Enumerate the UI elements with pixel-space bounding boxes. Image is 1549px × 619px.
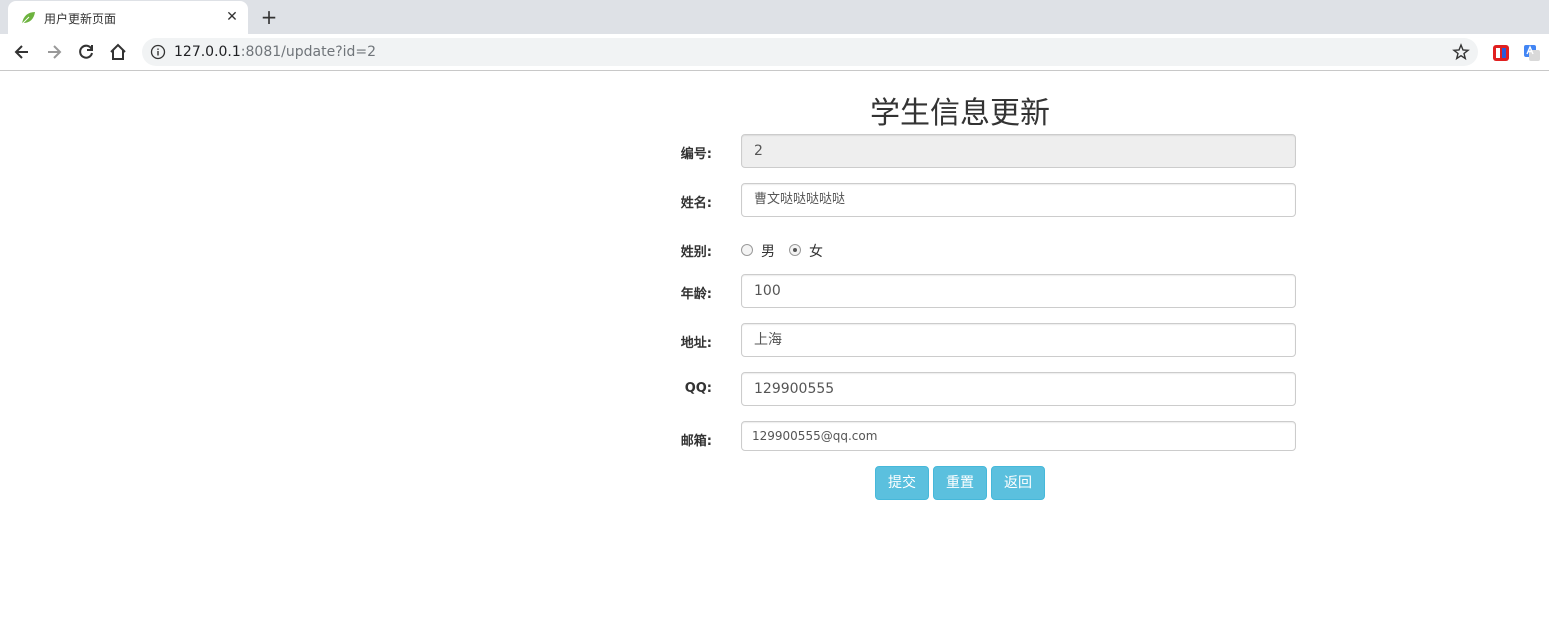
reset-button[interactable]: 重置 (933, 466, 987, 500)
address-bar[interactable]: 127.0.0.1:8081/update?id=2 (142, 38, 1478, 66)
age-label: 年龄: (680, 287, 712, 302)
browser-toolbar: 127.0.0.1:8081/update?id=2 (0, 34, 1549, 71)
gender-male-label[interactable]: 男 (761, 241, 775, 261)
name-label: 姓名: (680, 196, 712, 211)
email-field[interactable]: 129900555@qq.com (741, 421, 1296, 451)
id-field: 2 (741, 134, 1296, 168)
page-title: 学生信息更新 (870, 96, 1050, 131)
age-field[interactable]: 100 (741, 274, 1296, 308)
back-arrow-icon[interactable] (12, 42, 32, 62)
close-tab-icon[interactable]: ✕ (224, 9, 240, 25)
qq-field[interactable]: 129900555 (741, 372, 1296, 406)
fe-extension-icon[interactable] (1492, 44, 1510, 62)
browser-tab[interactable]: 用户更新页面 ✕ (8, 1, 248, 34)
address-field[interactable]: 上海 (741, 323, 1296, 357)
gender-female-label[interactable]: 女 (809, 241, 823, 261)
browser-tabstrip: 用户更新页面 ✕ + (0, 0, 1549, 34)
home-icon[interactable] (108, 42, 128, 62)
leaf-icon (21, 12, 35, 25)
forward-arrow-icon[interactable] (44, 42, 64, 62)
gender-female-radio[interactable] (789, 244, 801, 256)
bookmark-star-icon[interactable] (1452, 43, 1470, 61)
name-field[interactable]: 曹文哒哒哒哒哒 (741, 183, 1296, 217)
id-label: 编号: (680, 147, 712, 162)
info-icon[interactable] (150, 44, 166, 60)
back-button[interactable]: 返回 (991, 466, 1045, 500)
tab-title: 用户更新页面 (44, 12, 117, 26)
gender-label: 姓别: (680, 245, 712, 260)
reload-icon[interactable] (76, 42, 96, 62)
translate-extension-icon[interactable] (1523, 44, 1541, 62)
url-host: 127.0.0.1 (174, 44, 241, 60)
url-path: :8081/update?id=2 (240, 44, 377, 60)
address-label: 地址: (680, 336, 712, 351)
url-text: 127.0.0.1:8081/update?id=2 (174, 44, 376, 60)
new-tab-icon[interactable]: + (258, 6, 280, 28)
qq-label: QQ: (684, 381, 712, 396)
gender-male-radio[interactable] (741, 244, 753, 256)
email-label: 邮箱: (680, 434, 712, 449)
submit-button[interactable]: 提交 (875, 466, 929, 500)
